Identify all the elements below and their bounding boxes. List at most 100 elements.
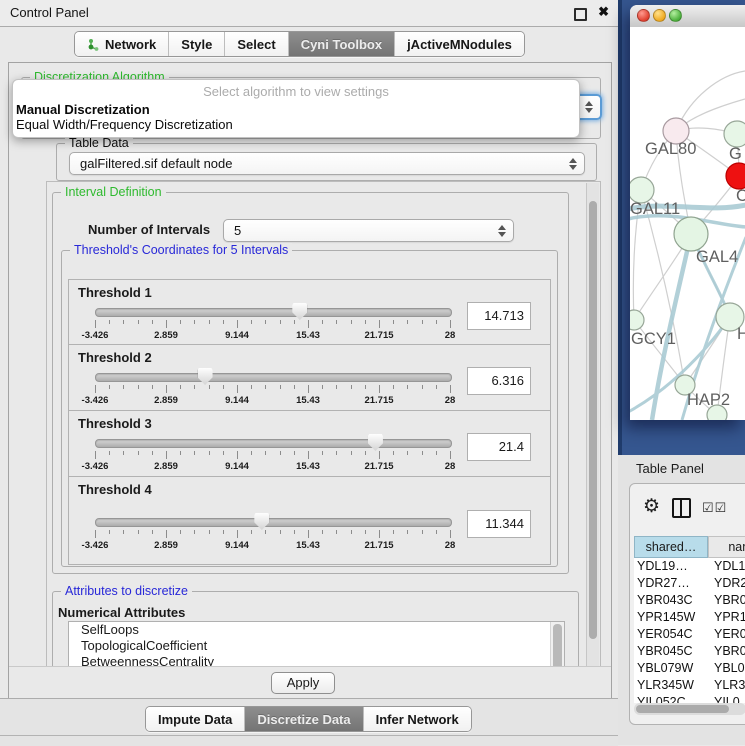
cell[interactable]: YDR2: [708, 575, 745, 592]
cell[interactable]: YDL19…: [634, 558, 708, 575]
list-item[interactable]: TopologicalCoefficient: [69, 638, 564, 654]
node-label: H: [737, 325, 745, 343]
table-row[interactable]: YLR345WYLR3: [634, 677, 745, 694]
apply-button[interactable]: Apply: [271, 672, 335, 694]
slider-ticks: [95, 451, 450, 460]
scrollbar-thumb[interactable]: [589, 201, 597, 639]
tab-style[interactable]: Style: [168, 32, 224, 56]
network-node-selected[interactable]: [726, 163, 745, 189]
slider-track[interactable]: [95, 439, 452, 448]
slider-tick-labels: -3.4262.8599.14415.4321.71528: [95, 540, 450, 552]
cell[interactable]: YIL052C: [634, 694, 708, 703]
slider-handle[interactable]: [292, 303, 307, 320]
horizontal-scrollbar[interactable]: [634, 703, 745, 715]
dropdown-option-manual[interactable]: Manual Discretization: [13, 102, 579, 117]
numerical-attributes-label: Numerical Attributes: [58, 605, 185, 620]
dropdown-option-equal-width[interactable]: Equal Width/Frequency Discretization: [13, 117, 579, 132]
network-node[interactable]: [674, 217, 708, 251]
combo-arrows-icon: [495, 225, 509, 237]
network-node[interactable]: [630, 310, 644, 330]
cell[interactable]: YPR1: [708, 609, 745, 626]
table-row[interactable]: YPR145WYPR1: [634, 609, 745, 626]
cell[interactable]: YIL0: [708, 694, 745, 703]
scrollbar-thumb[interactable]: [636, 705, 729, 713]
cell[interactable]: YBR0: [708, 643, 745, 660]
tab-network[interactable]: Network: [75, 32, 168, 56]
gear-icon[interactable]: ⚙: [643, 497, 660, 516]
slider-track[interactable]: [95, 308, 452, 317]
table-row[interactable]: YBR045CYBR0: [634, 643, 745, 660]
cell[interactable]: YER0: [708, 626, 745, 643]
cell[interactable]: YDL1: [708, 558, 745, 575]
close-traffic-light-icon[interactable]: [637, 9, 650, 22]
tab-infer-network[interactable]: Infer Network: [363, 707, 471, 731]
tab-impute-data[interactable]: Impute Data: [146, 707, 244, 731]
tab-discretize-data[interactable]: Discretize Data: [244, 707, 362, 731]
desktop-edge: [618, 0, 622, 455]
threshold-value-field[interactable]: 6.316: [467, 367, 531, 395]
table-row[interactable]: YDR27…YDR2: [634, 575, 745, 592]
threshold-4-row: Threshold 4 -3.4262.8599.14415.4321.7152…: [68, 476, 551, 565]
network-node[interactable]: [724, 121, 745, 147]
dropdown-hint: Select algorithm to view settings: [13, 84, 579, 99]
list-scrollbar[interactable]: [550, 622, 564, 668]
minimize-traffic-light-icon[interactable]: [653, 9, 666, 22]
slider-handle[interactable]: [254, 513, 269, 530]
numerical-attributes-list: SelfLoops TopologicalCoefficient Between…: [68, 621, 565, 668]
threshold-value-field[interactable]: 14.713: [467, 302, 531, 330]
float-window-icon[interactable]: [574, 8, 587, 21]
table-row[interactable]: YBL079WYBL0: [634, 660, 745, 677]
cell[interactable]: YBL079W: [634, 660, 708, 677]
tab-label: Impute Data: [158, 712, 232, 727]
algorithm-dropdown-popup: Select algorithm to view settings Manual…: [12, 79, 580, 138]
cell[interactable]: YER054C: [634, 626, 708, 643]
cell[interactable]: YBR045C: [634, 643, 708, 660]
cell[interactable]: YBR043C: [634, 592, 708, 609]
scrollbar-thumb[interactable]: [553, 624, 562, 668]
tab-label: Cyni Toolbox: [301, 37, 382, 52]
table-data-combo[interactable]: galFiltered.sif default node: [69, 152, 585, 175]
number-of-intervals-combo[interactable]: 5: [223, 219, 514, 242]
column-layout-icon[interactable]: [672, 498, 691, 518]
network-canvas[interactable]: GAL80 G C GAL11 GAL4 GCY1 H HAP2: [630, 27, 745, 420]
zoom-traffic-light-icon[interactable]: [669, 9, 682, 22]
table-row[interactable]: YER054CYER0: [634, 626, 745, 643]
tab-label: Infer Network: [376, 712, 459, 727]
tab-jactivemnodules[interactable]: jActiveMNodules: [394, 32, 524, 56]
cell[interactable]: YLR345W: [634, 677, 708, 694]
threshold-value-field[interactable]: 21.4: [467, 433, 531, 461]
checkbox-icons[interactable]: ☑☑: [702, 500, 727, 516]
node-label: G: [729, 145, 742, 163]
cell[interactable]: YLR3: [708, 677, 745, 694]
table-data-combo-value: galFiltered.sif default node: [70, 156, 566, 171]
network-window-titlebar[interactable]: [630, 5, 745, 28]
cell[interactable]: YPR145W: [634, 609, 708, 626]
threshold-value-field[interactable]: 11.344: [467, 510, 531, 538]
slider-track[interactable]: [95, 518, 452, 527]
cell[interactable]: YBL0: [708, 660, 745, 677]
node-label: C: [736, 187, 745, 205]
cyni-toolbox-panel: Discretization Algorithm Table Data galF…: [8, 62, 612, 700]
slider-track[interactable]: [95, 373, 452, 382]
table-row[interactable]: YIL052CYIL0: [634, 694, 745, 703]
slider-handle[interactable]: [368, 434, 383, 451]
tab-cyni-toolbox[interactable]: Cyni Toolbox: [288, 32, 394, 56]
control-panel-titlebar: Control Panel ✖: [0, 0, 618, 27]
group-title: Threshold's Coordinates for 5 Intervals: [70, 243, 292, 257]
table-row[interactable]: YBR043CYBR0: [634, 592, 745, 609]
close-icon[interactable]: ✖: [598, 4, 609, 20]
table-panel-container: ⚙ ☑☑ shared… name YDL19…YDL1 YDR27…YDR2 …: [629, 483, 745, 725]
column-header-name[interactable]: name: [708, 536, 745, 558]
tab-select[interactable]: Select: [224, 32, 287, 56]
column-header-shared-name[interactable]: shared…: [634, 536, 708, 558]
slider-handle[interactable]: [198, 368, 213, 385]
cell[interactable]: YBR0: [708, 592, 745, 609]
panel-scrollbar[interactable]: [586, 183, 599, 666]
cell[interactable]: YDR27…: [634, 575, 708, 592]
network-nodes[interactable]: [630, 118, 745, 420]
thresholds-group: Threshold's Coordinates for 5 Intervals …: [61, 250, 558, 567]
table-row[interactable]: YDL19…YDL1: [634, 558, 745, 575]
list-item[interactable]: SelfLoops: [69, 622, 564, 638]
apply-bar: Apply: [9, 666, 611, 700]
tab-label: Network: [105, 37, 156, 52]
